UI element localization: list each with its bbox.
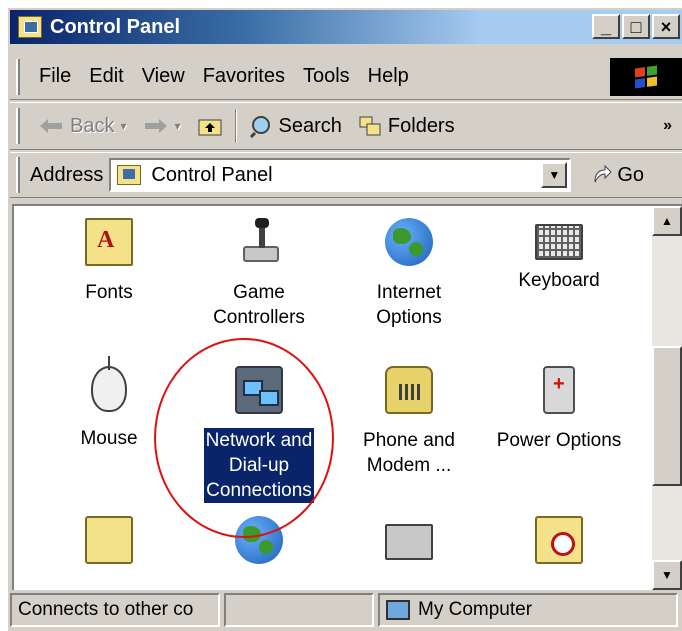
status-text: Connects to other co (18, 599, 194, 620)
address-dropdown-button[interactable]: ▼ (541, 162, 568, 188)
menu-help[interactable]: Help (359, 65, 418, 88)
menubar-grip[interactable] (16, 58, 20, 95)
control-panel-content: Fonts GameControllers InternetOptions Ke… (12, 204, 682, 590)
item-printers[interactable] (34, 516, 184, 578)
title-bar[interactable]: Control Panel _ □ × (10, 10, 682, 44)
scheduled-tasks-folder-icon (535, 516, 583, 564)
item-internet-options[interactable]: Internet Options (334, 218, 484, 330)
item-fonts[interactable]: Fonts (34, 218, 184, 305)
menu-tools[interactable]: Tools (294, 65, 359, 88)
toolbar-overflow-icon[interactable]: » (663, 117, 672, 135)
close-button[interactable]: × (652, 14, 680, 39)
mouse-icon (91, 356, 127, 412)
fonts-icon (85, 218, 133, 266)
scroll-thumb[interactable] (652, 346, 682, 486)
back-dropdown-icon: ▾ (120, 119, 127, 133)
address-label: Address (30, 163, 104, 186)
menu-favorites[interactable]: Favorites (194, 65, 294, 88)
item-label: Fonts (85, 282, 133, 303)
menu-file[interactable]: File (30, 65, 80, 88)
item-phone-modem[interactable]: Phone and Modem ... (334, 366, 484, 478)
status-zone: My Computer (378, 593, 678, 627)
item-power-options[interactable]: Power Options (484, 366, 634, 453)
internet-options-icon (385, 218, 433, 266)
menu-view[interactable]: View (133, 65, 194, 88)
windows-logo (610, 58, 682, 96)
status-bar: Connects to other co My Computer (10, 592, 682, 628)
scroll-down-button[interactable]: ▼ (652, 560, 682, 590)
back-button[interactable]: Back ▾ (30, 115, 135, 138)
folders-label: Folders (387, 114, 455, 137)
item-label: Phone and Modem ... (363, 430, 455, 476)
item-label: Keyboard (518, 270, 600, 291)
toolbar-separator (234, 109, 237, 143)
scanner-icon (385, 524, 433, 560)
search-icon (249, 116, 270, 138)
folders-icon (359, 116, 381, 136)
menu-bar: File Edit View Favorites Tools Help (10, 54, 682, 100)
address-bar: Address Control Panel ▼ Go (10, 152, 682, 198)
item-game-controllers[interactable]: Game Controllers (184, 218, 334, 330)
back-label: Back (70, 114, 115, 137)
menu-edit[interactable]: Edit (80, 65, 132, 88)
window-controls: _ □ × (592, 14, 680, 39)
zone-text: My Computer (418, 599, 533, 620)
address-field[interactable]: Control Panel ▼ (109, 158, 572, 192)
item-label: Power Options (496, 430, 622, 451)
up-folder-button[interactable] (189, 115, 231, 137)
printer-folder-icon (85, 516, 133, 564)
maximize-button[interactable]: □ (622, 14, 650, 39)
scroll-up-button[interactable]: ▲ (652, 206, 682, 236)
item-label: Mouse (80, 428, 138, 449)
go-button[interactable]: Go (591, 164, 644, 187)
phone-icon (385, 366, 433, 414)
folders-button[interactable]: Folders (350, 115, 463, 138)
power-icon (543, 366, 575, 414)
up-folder-icon (198, 119, 222, 136)
item-label: Internet Options (376, 282, 442, 328)
address-value: Control Panel (151, 163, 273, 186)
item-scheduled-tasks[interactable] (484, 516, 634, 578)
go-arrow-icon (594, 164, 613, 183)
minimize-button[interactable]: _ (592, 14, 620, 39)
item-scanners-cameras[interactable] (334, 516, 484, 566)
search-label: Search (278, 114, 342, 137)
forward-button[interactable]: ▾ (135, 117, 189, 135)
vertical-scrollbar[interactable]: ▲ ▼ (652, 206, 682, 590)
keyboard-icon (535, 224, 583, 260)
my-computer-icon (386, 600, 410, 620)
status-description: Connects to other co (10, 593, 220, 627)
game-controller-icon (235, 218, 283, 266)
forward-dropdown-icon: ▾ (174, 119, 181, 133)
toolbar-grip[interactable] (16, 108, 20, 144)
search-button[interactable]: Search (241, 114, 350, 138)
forward-arrow-icon (144, 119, 167, 133)
go-label: Go (617, 163, 645, 186)
control-panel-icon (117, 165, 142, 185)
back-arrow-icon (40, 119, 62, 133)
status-empty-pane (224, 593, 374, 627)
standard-toolbar: Back ▾ ▾ Search Folders » (10, 102, 682, 150)
red-highlight-circle (154, 338, 334, 538)
item-keyboard[interactable]: Keyboard (484, 218, 634, 293)
item-label: Game Controllers (213, 282, 305, 328)
window-title: Control Panel (50, 15, 181, 38)
control-panel-icon (18, 16, 42, 38)
addressbar-grip[interactable] (16, 157, 20, 193)
windows-flag-icon (635, 65, 657, 89)
